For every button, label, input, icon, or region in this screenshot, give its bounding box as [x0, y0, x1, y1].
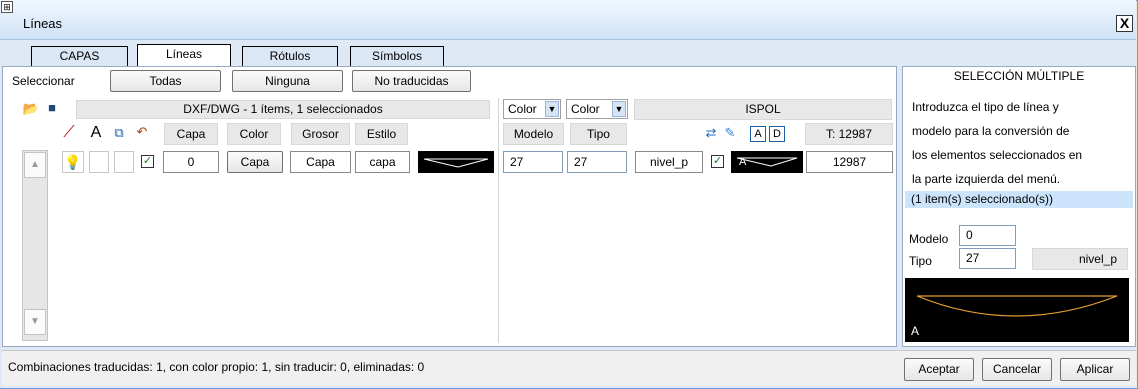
line-preview-svg: [916, 295, 1118, 317]
row-level: nivel_p: [635, 151, 703, 173]
tab-simbolos[interactable]: Símbolos: [350, 46, 444, 67]
col-header-style[interactable]: Estilo: [355, 123, 408, 145]
type-input[interactable]: 27: [959, 248, 1016, 269]
col-header-color[interactable]: Color: [227, 123, 281, 145]
select-untranslated-button[interactable]: No traducidas: [352, 70, 471, 92]
tab-lineas[interactable]: Líneas: [137, 44, 231, 68]
instruction-line-4: la parte izquierda del menú.: [912, 172, 1061, 186]
instruction-line-3: los elementos seleccionados en: [912, 148, 1083, 162]
scroll-down-button[interactable]: ▼: [24, 309, 46, 335]
chevron-down-icon[interactable]: ▼: [612, 101, 626, 117]
d-toggle-button[interactable]: D: [769, 126, 785, 142]
instruction-line-1: Introduzca el tipo de línea y: [912, 100, 1059, 114]
col-header-layer[interactable]: Capa: [164, 123, 218, 145]
lightbulb-icon[interactable]: 💡: [62, 151, 84, 173]
row-style: capa: [355, 151, 410, 173]
accept-button[interactable]: Aceptar: [904, 358, 974, 381]
brush-icon[interactable]: ✎: [722, 125, 738, 143]
source-line-preview: [418, 151, 494, 173]
source-line-preview-svg: [423, 158, 489, 168]
layers-icon[interactable]: ⧉: [110, 125, 128, 143]
dxf-summary: DXF/DWG - 1 ítems, 1 seleccionados: [76, 100, 490, 119]
level-button[interactable]: nivel_p: [1032, 248, 1128, 270]
total-count-header: T: 12987: [805, 123, 893, 145]
line-preview-panel: A: [905, 278, 1129, 342]
a-toggle-button[interactable]: A: [750, 126, 766, 142]
col-header-model[interactable]: Modelo: [503, 123, 564, 145]
chevron-down-icon[interactable]: ▼: [545, 101, 559, 117]
row-ispol-checkbox[interactable]: ✓: [711, 155, 724, 168]
open-folder-icon[interactable]: 📂: [22, 101, 40, 117]
row-model-input[interactable]: 27: [503, 151, 563, 173]
model-input[interactable]: 0: [959, 225, 1016, 246]
instruction-line-2: modelo para la conversión de: [912, 124, 1070, 138]
col-header-type[interactable]: Tipo: [570, 123, 627, 145]
color-select-2[interactable]: Color ▼: [566, 99, 628, 119]
row-weight: Capa: [290, 151, 351, 173]
text-tool-icon[interactable]: A: [88, 124, 104, 144]
cancel-button[interactable]: Cancelar: [982, 358, 1052, 381]
target-line-preview: A: [731, 151, 803, 173]
color-select-1-value: Color: [508, 102, 537, 116]
pin-icon[interactable]: ⊞: [1, 1, 13, 13]
undo-icon[interactable]: ↶: [133, 124, 151, 142]
tab-rotulos[interactable]: Rótulos: [242, 46, 338, 67]
tab-capas[interactable]: CAPAS: [31, 46, 128, 67]
row-count: 12987: [806, 151, 893, 173]
select-label: Seleccionar: [12, 74, 75, 88]
col-header-weight[interactable]: Grosor: [291, 123, 350, 145]
window-title: Líneas: [23, 16, 63, 31]
save-icon[interactable]: ■: [43, 100, 61, 118]
lock-toggle[interactable]: [114, 151, 134, 173]
model-label: Modelo: [909, 232, 949, 246]
row-layer: 0: [163, 151, 219, 173]
row-checkbox[interactable]: ✓: [141, 155, 154, 168]
title-bar[interactable]: [0, 0, 1136, 40]
line-preview-label: A: [911, 324, 920, 338]
freeze-toggle[interactable]: [89, 151, 109, 173]
scroll-up-button[interactable]: ▲: [24, 152, 46, 178]
color-select-1[interactable]: Color ▼: [503, 99, 561, 119]
selection-count: (1 item(s) seleccionado(s)): [905, 191, 1133, 208]
row-type-input[interactable]: 27: [567, 151, 627, 173]
status-text: Combinaciones traducidas: 1, con color p…: [8, 360, 425, 374]
translate-icon[interactable]: ⇄: [702, 125, 720, 143]
line-tool-icon[interactable]: ⟋: [60, 124, 78, 144]
panel-divider: [498, 98, 499, 343]
multi-selection-title: SELECCIÓN MÚLTIPLE: [953, 69, 1085, 83]
color-select-2-value: Color: [571, 102, 600, 116]
ispol-title: ISPOL: [634, 99, 892, 120]
target-line-preview-label: A: [739, 156, 747, 168]
select-none-button[interactable]: Ninguna: [232, 70, 343, 92]
select-all-button[interactable]: Todas: [110, 70, 221, 92]
type-label: Tipo: [909, 254, 932, 268]
apply-button[interactable]: Aplicar: [1060, 358, 1130, 381]
close-button[interactable]: X: [1116, 15, 1133, 32]
row-color-button[interactable]: Capa: [227, 151, 283, 173]
